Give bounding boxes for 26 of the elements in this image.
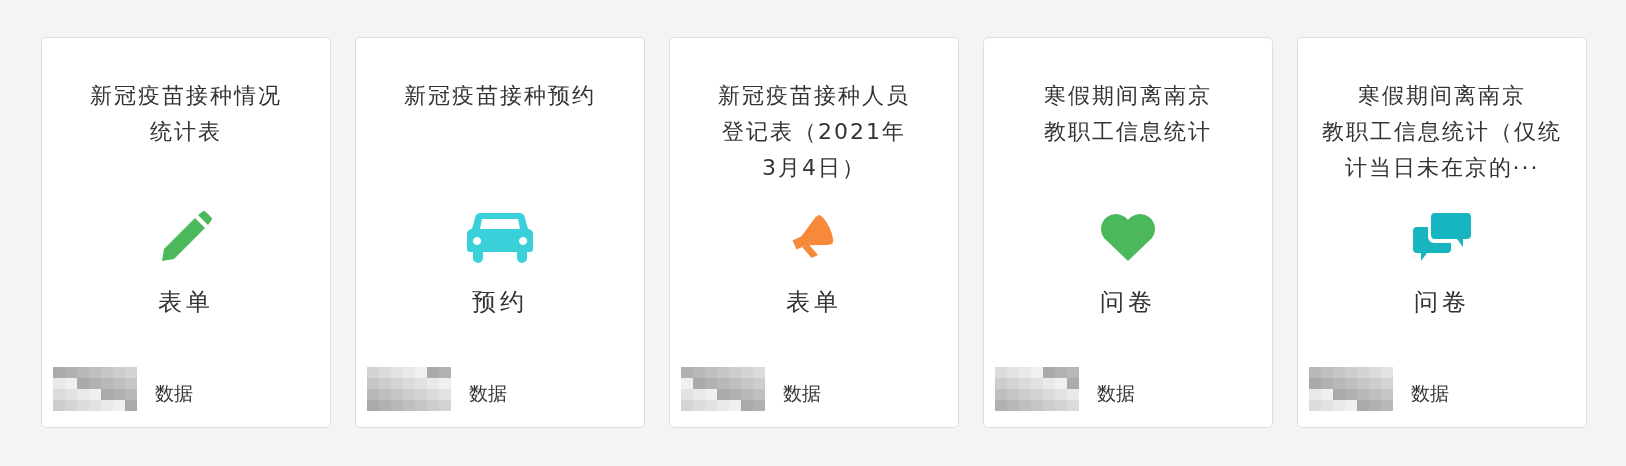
form-type-label: 预约 [472,287,528,318]
form-card[interactable]: 新冠疫苗接种情况 统计表 表单 数据 [41,37,331,428]
form-type-label: 问卷 [1100,287,1156,318]
card-title-line: 教职工信息统计（仅统 [1322,118,1562,146]
card-title-line: 统计表 [150,118,222,146]
card-title-line: 计当日未在京的··· [1344,154,1540,182]
form-type-label: 表单 [786,287,842,318]
data-link[interactable]: 数据 [1411,381,1449,407]
form-card[interactable]: 新冠疫苗接种预约 预约 数据 [355,37,645,428]
data-link[interactable]: 数据 [155,381,193,407]
form-card[interactable]: 寒假期间离南京 教职工信息统计（仅统 计当日未在京的··· 问卷 数据 [1297,37,1587,428]
card-title-line: 登记表（2021年 [722,118,906,146]
card-title-line: 新冠疫苗接种人员 [718,82,910,110]
data-link[interactable]: 数据 [1097,381,1135,407]
form-card[interactable]: 新冠疫苗接种人员 登记表（2021年 3月4日） 表单 数据 [669,37,959,428]
data-link[interactable]: 数据 [469,381,507,407]
form-type-label: 表单 [158,287,214,318]
card-title-line: 3月4日） [762,154,866,182]
form-card[interactable]: 寒假期间离南京 教职工信息统计 问卷 数据 [983,37,1273,428]
form-type-label: 问卷 [1414,287,1470,318]
card-title-line: 寒假期间离南京 [1044,82,1212,110]
card-title-line: 新冠疫苗接种预约 [404,82,596,110]
card-title-line: 新冠疫苗接种情况 [90,82,282,110]
card-title-line: 寒假期间离南京 [1358,82,1526,110]
data-link[interactable]: 数据 [783,381,821,407]
card-title-line: 教职工信息统计 [1044,118,1212,146]
